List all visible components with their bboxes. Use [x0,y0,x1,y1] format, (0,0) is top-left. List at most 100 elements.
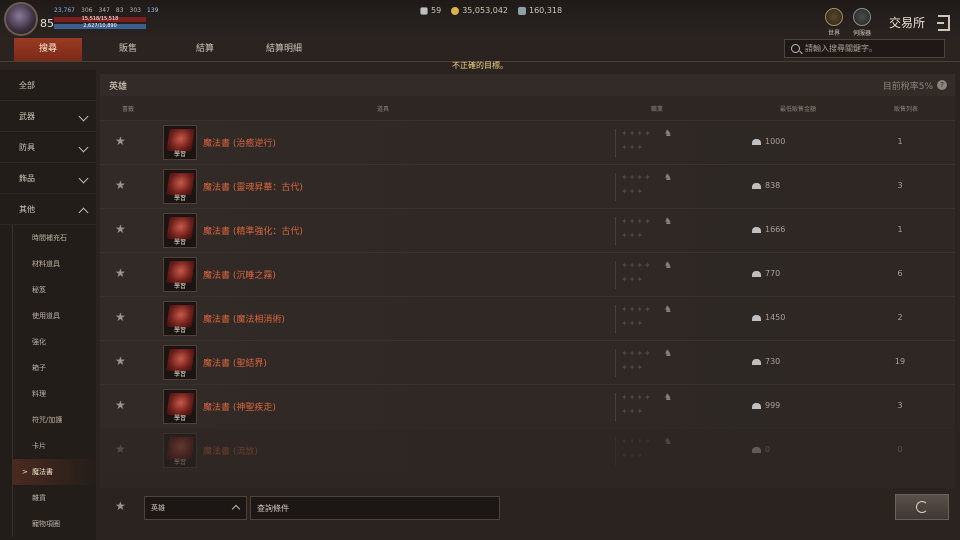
subcategory-item[interactable]: 時間補充石 [13,225,96,251]
subcategory-item[interactable]: 箱子 [13,355,96,381]
search-input[interactable] [805,44,935,53]
star-icon[interactable]: ★ [115,178,126,192]
diamond-icon [752,270,761,277]
category-armor[interactable]: 防具 [0,132,96,163]
category-accessory[interactable]: 飾品 [0,163,96,194]
panel-header: 英雄 目前稅率5%? [100,74,955,96]
item-name: 魔法書 (流放) [203,447,258,457]
category-weapon[interactable]: 武器 [0,101,96,132]
listing-count: 1 [897,137,903,146]
grade-select[interactable]: 英雄 [144,496,247,520]
table-row[interactable]: ★ 學習 魔法書 (聖結界) ✦✦✦✦ ✦✦✦ ♞ 730 19 [100,340,955,384]
listing-count: 2 [897,313,903,322]
subcategory-item[interactable]: 材料道具 [13,251,96,277]
stat-value: 347 [98,7,110,14]
diamond-icon [752,358,761,365]
help-icon[interactable]: ? [937,80,947,90]
star-icon[interactable]: ★ [115,354,126,368]
page-title: 交易所 [888,16,925,30]
spellbook-icon: 學習 [163,257,197,292]
subcategory-item[interactable]: 料理 [13,381,96,407]
table-row[interactable]: ★ 學習 魔法書 (魔法相消術) ✦✦✦✦ ✦✦✦ ♞ 1450 2 [100,296,955,340]
book-cover [166,173,195,195]
stat-value: 83 [115,7,124,14]
mp-bar: 2,627/10,890 [54,23,146,29]
category-label: 飾品 [19,174,35,183]
exit-icon[interactable] [937,14,950,31]
table-row[interactable]: ★ 學習 魔法書 (流放) ✦✦✦✦ ✦✦✦ ♞ 0 0 [100,428,955,472]
col-job: 職業 [651,106,664,113]
category-label: 其他 [19,205,35,214]
listing-count: 1 [897,225,903,234]
class-icons: ✦✦✦✦ [621,437,652,446]
chevron-down-icon [78,111,89,122]
spellbook-icon: 學習 [163,169,197,204]
price: 1000 [752,137,785,146]
currency-gold: 35,053,042 [451,6,508,15]
subcategory-item[interactable]: 寵物項圈 [13,511,96,537]
price-value: 999 [765,401,781,410]
star-icon[interactable]: ★ [115,499,126,513]
star-icon[interactable]: ★ [115,310,126,324]
diamond-icon [752,402,761,409]
subcategory-item[interactable]: 卡片 [13,433,96,459]
table-row[interactable]: ★ 學習 魔法書 (治癒逆行) ✦✦✦✦ ✦✦✦ ♞ 1000 1 [100,120,955,164]
top-right-controls: 世界 伺服器 交易所 [824,8,950,37]
spellbook-icon: 學習 [163,301,197,336]
subcategory-item[interactable]: 秘笈 [13,277,96,303]
table-row[interactable]: ★ 學習 魔法書 (神聖疾走) ✦✦✦✦ ✦✦✦ ♞ 999 3 [100,384,955,428]
diamond-icon [752,182,761,189]
table-row[interactable]: ★ 學習 魔法書 (靈魂昇華：古代) ✦✦✦✦ ✦✦✦ ♞ 838 3 [100,164,955,208]
item-tag: 學習 [173,415,186,422]
class-icons: ✦✦✦✦ [621,129,652,138]
class-icons: ✦✦✦✦ [621,305,652,314]
category-label: 全部 [19,81,35,90]
refresh-button[interactable] [895,494,949,520]
star-icon[interactable]: ★ [115,442,126,456]
table-row[interactable]: ★ 學習 魔法書 (沉睡之霧) ✦✦✦✦ ✦✦✦ ♞ 770 6 [100,252,955,296]
spellbook-icon: 學習 [163,433,197,468]
star-icon[interactable]: ★ [115,398,126,412]
class-icons: ✦✦✦ [621,143,645,152]
top-hud: 85 23,767 306 347 83 303 139 15,518/15,5… [0,0,960,40]
subcategory-item[interactable]: 使用道具 [13,303,96,329]
item-tag: 學習 [173,371,186,378]
listing-count: 6 [897,269,903,278]
item-name: 魔法書 (治癒逆行) [203,139,276,149]
star-icon[interactable]: ★ [115,266,126,280]
diamond-icon [752,138,761,145]
query-condition-field[interactable]: 查詢條件 [250,496,500,520]
book-cover [166,261,195,283]
tab-settle[interactable]: 結算 [171,38,239,61]
category-other[interactable]: 其他 [0,194,96,225]
tab-search[interactable]: 搜尋 [14,38,82,61]
subcategory-item-active[interactable]: > 魔法書 [13,459,96,485]
hp-bar: 15,518/15,518 [54,16,146,22]
job-icons: ✦✦✦✦ ✦✦✦ ♞ [615,305,675,333]
search-box[interactable] [784,39,945,58]
star-icon[interactable]: ★ [115,222,126,236]
avatar[interactable] [4,2,38,36]
server-button[interactable]: 伺服器 [852,8,871,37]
job-icons: ✦✦✦✦ ✦✦✦ ♞ [615,349,675,377]
tax-rate-label: 目前稅率5% [882,81,933,92]
table-row[interactable]: ★ 學習 魔法書 (精準強化：古代) ✦✦✦✦ ✦✦✦ ♞ 1666 1 [100,208,955,252]
chevron-up-icon [231,504,241,514]
chevron-down-icon [78,142,89,153]
item-name: 魔法書 (聖結界) [203,359,267,369]
star-icon[interactable]: ★ [115,134,126,148]
subcategory-item[interactable]: 符咒/加護 [13,407,96,433]
col-item: 道具 [377,106,390,113]
category-all[interactable]: 全部 [0,70,96,101]
price: 999 [752,401,780,410]
listing-count: 19 [894,357,906,366]
tax-rate: 目前稅率5%? [883,79,947,92]
subcategory-item[interactable]: 雜貨 [13,485,96,511]
spellbook-icon: 學習 [163,345,197,380]
price: 770 [752,269,780,278]
item-tag: 學習 [173,195,186,202]
tab-settle-detail[interactable]: 結算明細 [250,38,318,61]
tab-sell[interactable]: 販售 [94,38,162,61]
subcategory-item[interactable]: 強化 [13,329,96,355]
world-button[interactable]: 世界 [824,8,843,37]
